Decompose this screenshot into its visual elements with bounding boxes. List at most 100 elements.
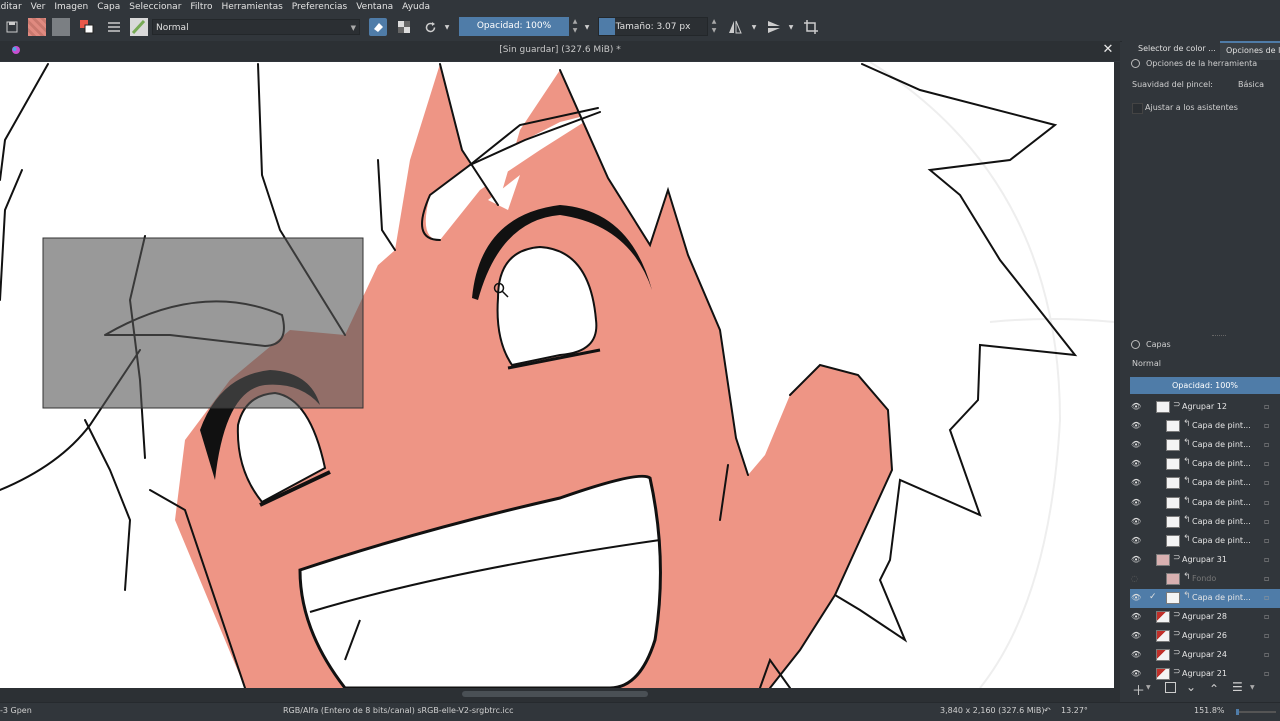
- lock-icon[interactable]: ▫: [1264, 440, 1272, 449]
- docker-float-icon[interactable]: [1131, 340, 1140, 349]
- eye-icon[interactable]: 👁: [1131, 421, 1143, 431]
- eye-icon[interactable]: 👁: [1131, 459, 1143, 469]
- eye-icon[interactable]: 👁: [1131, 555, 1143, 565]
- eye-icon[interactable]: 👁: [1131, 593, 1143, 603]
- menu-item[interactable]: Herramientas: [217, 2, 287, 12]
- chevron-down-icon[interactable]: ▼: [787, 18, 795, 36]
- duplicate-layer-icon[interactable]: [1165, 682, 1176, 693]
- layer-row[interactable]: 👁 ⊃ Agrupar 12 ▫: [1130, 398, 1280, 417]
- assistants-checkbox[interactable]: [1132, 103, 1143, 114]
- zoom-slider[interactable]: [1236, 709, 1276, 715]
- lock-icon[interactable]: ▫: [1264, 517, 1272, 526]
- chevron-down-icon[interactable]: ▼: [583, 18, 591, 36]
- eye-icon[interactable]: 👁: [1131, 612, 1143, 622]
- layer-row[interactable]: 👁 ↰ Capa de pint... ▫: [1130, 513, 1280, 532]
- chevron-down-icon[interactable]: ▼: [1146, 684, 1151, 691]
- move-layer-up-icon[interactable]: ⌃: [1209, 682, 1219, 696]
- lock-icon[interactable]: ▫: [1264, 593, 1272, 602]
- size-slider[interactable]: Tamaño: 3.07 px: [598, 17, 708, 36]
- layer-row[interactable]: 👁 ⊃ Agrupar 28 ▫: [1130, 608, 1280, 627]
- lock-icon[interactable]: ▫: [1264, 421, 1272, 430]
- eye-icon[interactable]: 👁: [1131, 517, 1143, 527]
- mirror-horizontal-icon[interactable]: [726, 18, 744, 36]
- lock-icon[interactable]: ▫: [1264, 536, 1272, 545]
- crop-wrap-icon[interactable]: [802, 18, 820, 36]
- horizontal-scrollbar[interactable]: [0, 688, 1120, 702]
- lock-icon[interactable]: ▫: [1264, 498, 1272, 507]
- layer-blend-mode-select[interactable]: Normal: [1132, 359, 1161, 368]
- menu-item[interactable]: Preferencias: [288, 2, 352, 12]
- lock-icon[interactable]: ▫: [1264, 612, 1272, 621]
- zoom-slider-handle[interactable]: [1236, 709, 1239, 715]
- layer-row[interactable]: 👁 ⊃ Agrupar 21 ▫: [1130, 665, 1280, 684]
- chevron-down-icon[interactable]: ▼: [443, 18, 451, 36]
- lock-icon[interactable]: ▫: [1264, 669, 1272, 678]
- eraser-mode-icon[interactable]: [369, 18, 387, 36]
- layer-row[interactable]: 👁 ↰ Capa de pint... ▫: [1130, 532, 1280, 551]
- eye-icon[interactable]: 👁: [1131, 440, 1143, 450]
- docker-float-icon[interactable]: [1131, 59, 1140, 68]
- layer-name: Agrupar 21: [1182, 669, 1227, 679]
- layer-row[interactable]: 👁 ↰ Capa de pint... ▫: [1130, 494, 1280, 513]
- opacity-spin-arrows[interactable]: ▲ ▼: [571, 17, 579, 36]
- pattern-swatch[interactable]: [52, 18, 70, 36]
- mirror-vertical-icon[interactable]: [765, 18, 783, 36]
- brush-preset-thumbnail[interactable]: [130, 18, 148, 36]
- layer-row[interactable]: 👁 ✓ ↰ Capa de pint... ▫: [1130, 589, 1280, 608]
- layer-row[interactable]: 👁 ↰ Capa de pint... ▫: [1130, 474, 1280, 493]
- eye-icon[interactable]: 👁: [1131, 536, 1143, 546]
- rotate-icon[interactable]: ↶: [1044, 706, 1051, 715]
- layer-row[interactable]: 👁 ↰ Capa de pint... ▫: [1130, 455, 1280, 474]
- eye-icon[interactable]: 👁: [1131, 498, 1143, 508]
- close-icon[interactable]: ✕: [1101, 43, 1115, 57]
- color-swap-icon[interactable]: [78, 18, 96, 36]
- alpha-lock-icon[interactable]: [395, 18, 413, 36]
- layer-row[interactable]: 👁 ⊃ Agrupar 26 ▫: [1130, 627, 1280, 646]
- layer-row[interactable]: 👁 ↰ Capa de pint... ▫: [1130, 417, 1280, 436]
- eye-closed-icon[interactable]: ◌: [1131, 574, 1143, 584]
- menu-item[interactable]: Ver: [27, 2, 51, 12]
- add-layer-icon[interactable]: ＋: [1132, 680, 1145, 699]
- blend-mode-select[interactable]: Normal ▼: [152, 19, 360, 35]
- menu-item[interactable]: Capa: [93, 2, 125, 12]
- eye-icon[interactable]: 👁: [1131, 478, 1143, 488]
- menu-item[interactable]: Ayuda: [398, 2, 435, 12]
- layer-row[interactable]: 👁 ⊃ Agrupar 31 ▫: [1130, 551, 1280, 570]
- drawing-canvas[interactable]: [0, 62, 1114, 688]
- lock-icon[interactable]: ▫: [1264, 650, 1272, 659]
- menu-item[interactable]: Filtro: [186, 2, 217, 12]
- menu-item[interactable]: Editar: [0, 2, 27, 12]
- brush-smoothing-select[interactable]: Básica: [1238, 80, 1264, 89]
- vertical-scrollbar[interactable]: [1114, 62, 1120, 688]
- layer-opacity-slider[interactable]: Opacidad: 100%: [1130, 377, 1280, 394]
- eye-icon[interactable]: 👁: [1131, 631, 1143, 641]
- tab-tool-options[interactable]: Opciones de la: [1220, 41, 1280, 60]
- menu-item[interactable]: Ventana: [352, 2, 398, 12]
- save-icon[interactable]: [3, 18, 21, 36]
- reload-preset-icon[interactable]: [421, 18, 439, 36]
- chevron-down-icon[interactable]: ▼: [750, 18, 758, 36]
- chevron-down-icon[interactable]: ▼: [1250, 684, 1255, 691]
- eye-icon[interactable]: 👁: [1131, 669, 1143, 679]
- layer-row[interactable]: 👁 ↰ Capa de pint... ▫: [1130, 436, 1280, 455]
- lock-icon[interactable]: ▫: [1264, 574, 1272, 583]
- lock-icon[interactable]: ▫: [1264, 459, 1272, 468]
- move-layer-down-icon[interactable]: ⌄: [1186, 680, 1196, 694]
- eye-icon[interactable]: 👁: [1131, 650, 1143, 660]
- lock-icon[interactable]: ▫: [1264, 555, 1272, 564]
- lock-icon[interactable]: ▫: [1264, 402, 1272, 411]
- lock-icon[interactable]: ▫: [1264, 478, 1272, 487]
- lock-icon[interactable]: ▫: [1264, 631, 1272, 640]
- tab-color-selector[interactable]: Selector de color ...: [1138, 44, 1216, 53]
- layer-row[interactable]: 👁 ⊃ Agrupar 24 ▫: [1130, 646, 1280, 665]
- brush-presets-icon[interactable]: [105, 18, 123, 36]
- horizontal-scrollbar-thumb[interactable]: [462, 691, 648, 697]
- menu-item[interactable]: Imagen: [50, 2, 93, 12]
- eye-icon[interactable]: 👁: [1131, 402, 1143, 412]
- layer-row[interactable]: ◌ ↰ Fondo ▫: [1130, 570, 1280, 589]
- size-spin-arrows[interactable]: ▲ ▼: [710, 17, 718, 36]
- gradient-swatch[interactable]: [28, 18, 46, 36]
- opacity-slider[interactable]: Opacidad: 100%: [459, 17, 569, 36]
- layer-properties-icon[interactable]: ☰: [1232, 680, 1243, 694]
- menu-item[interactable]: Seleccionar: [125, 2, 186, 12]
